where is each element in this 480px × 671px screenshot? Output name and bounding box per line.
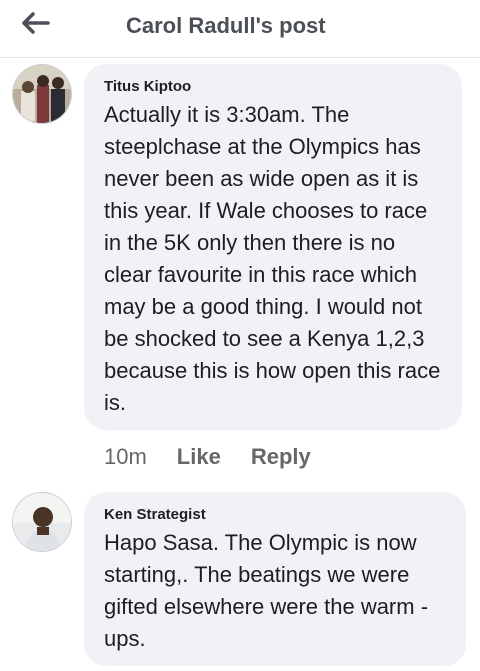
like-button[interactable]: Like	[177, 444, 221, 470]
comment-text: Actually it is 3:30am. The steeplchase a…	[104, 102, 441, 415]
avatar[interactable]	[12, 492, 72, 552]
back-button[interactable]	[18, 8, 54, 38]
comment-author[interactable]: Titus Kiptoo	[104, 78, 446, 95]
avatar[interactable]	[12, 64, 72, 124]
comment-actions: 10m Like Reply	[104, 444, 311, 470]
comment-bubble[interactable]: Ken Strategist Hapo Sasa. The Olympic is…	[84, 492, 466, 666]
comment-author[interactable]: Ken Strategist	[104, 506, 450, 523]
arrow-left-icon	[22, 12, 50, 34]
comment-text: Hapo Sasa. The Olympic is now starting,.…	[104, 530, 429, 651]
reply-button[interactable]: Reply	[251, 444, 311, 470]
top-bar: Carol Radull's post	[0, 0, 480, 58]
comment-timestamp: 10m	[104, 444, 147, 469]
page-title: Carol Radull's post	[126, 13, 326, 38]
comment-bubble[interactable]: Titus Kiptoo Actually it is 3:30am. The …	[84, 64, 462, 430]
